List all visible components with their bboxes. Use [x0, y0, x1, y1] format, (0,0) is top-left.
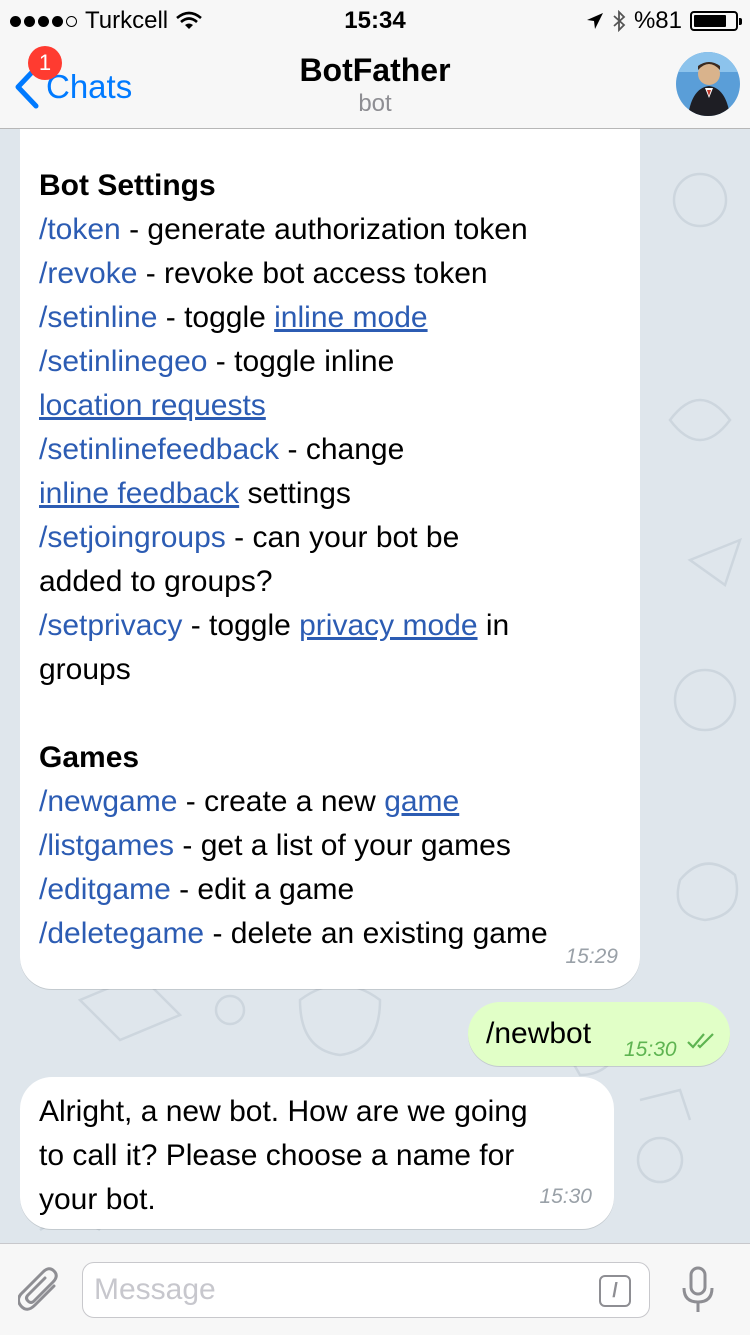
command-link[interactable]: /setinline: [39, 301, 157, 334]
outgoing-text: /newbot: [486, 1017, 592, 1050]
microphone-button[interactable]: [680, 1266, 716, 1321]
command-link[interactable]: /setjoingroups: [39, 521, 226, 554]
message-input[interactable]: Message /: [82, 1262, 650, 1318]
command-description: in: [477, 609, 510, 642]
command-link[interactable]: /token: [39, 213, 121, 246]
command-description: - generate authorization token: [120, 213, 528, 246]
status-right: %81: [586, 7, 742, 35]
message-time: 15:30: [539, 1185, 592, 1208]
command-description: - can your bot be: [225, 521, 460, 554]
microphone-icon: [682, 1266, 714, 1312]
command-description: - get a list of your games: [174, 829, 511, 862]
command-line: /setjoingroups - can your bot be: [39, 516, 640, 560]
command-line: /revoke - revoke bot access token: [39, 252, 640, 296]
message-bubble-reply: Alright, a new bot. How are we going to …: [20, 1077, 614, 1229]
command-line: location requests: [39, 384, 640, 428]
attach-button[interactable]: [16, 1266, 62, 1321]
command-description: groups: [39, 653, 131, 686]
command-description: - revoke bot access token: [137, 257, 488, 290]
chat-area: Bot Settings /token - generate authoriza…: [0, 129, 750, 1243]
paperclip-icon: [16, 1267, 58, 1311]
command-line: groups: [39, 648, 640, 692]
location-arrow-icon: [586, 13, 603, 29]
chat-title: BotFather: [299, 52, 451, 88]
command-link[interactable]: /setprivacy: [39, 609, 182, 642]
chat-subtitle: bot: [358, 90, 392, 117]
battery-percent: %81: [633, 7, 682, 34]
avatar-image: [676, 52, 740, 116]
battery-icon: [690, 11, 742, 31]
section-heading: Bot Settings: [39, 169, 216, 202]
nav-bar: Chats 1 BotFather bot: [0, 40, 750, 129]
doc-link[interactable]: location requests: [39, 389, 266, 422]
doc-link[interactable]: game: [384, 785, 459, 818]
status-bar: Turkcell 15:34 %81: [0, 0, 750, 40]
command-link[interactable]: /setinlinegeo: [39, 345, 207, 378]
message-input-bar: Message /: [0, 1243, 750, 1335]
command-line: /token - generate authorization token: [39, 208, 640, 252]
bluetooth-icon: [613, 10, 626, 32]
command-line: added to groups?: [39, 560, 640, 604]
avatar[interactable]: [676, 52, 740, 116]
command-description: - toggle: [182, 609, 300, 642]
command-description: settings: [239, 477, 351, 510]
doc-link[interactable]: inline feedback: [39, 477, 239, 510]
reply-line: Alright, a new bot. How are we going: [39, 1095, 528, 1128]
reply-line: to call it? Please choose a name for: [39, 1139, 515, 1172]
command-link[interactable]: /setinlinefeedback: [39, 433, 279, 466]
command-link[interactable]: /editgame: [39, 873, 171, 906]
doc-link[interactable]: privacy mode: [299, 609, 477, 642]
command-line: /listgames - get a list of your games: [39, 824, 640, 868]
doc-link[interactable]: inline mode: [274, 301, 427, 334]
command-line: /deletegame - delete an existing game: [39, 912, 640, 956]
message-placeholder: Message: [94, 1273, 216, 1306]
message-time: 15:30: [624, 1038, 677, 1061]
section-heading: Games: [39, 741, 140, 774]
command-line: inline feedback settings: [39, 472, 640, 516]
command-description: - edit a game: [170, 873, 355, 906]
command-link[interactable]: /newgame: [39, 785, 177, 818]
reply-line: your bot.: [39, 1183, 156, 1216]
battery-level: [694, 15, 727, 27]
command-link[interactable]: /deletegame: [39, 917, 204, 950]
double-check-icon: [687, 1033, 714, 1049]
command-link[interactable]: /listgames: [39, 829, 174, 862]
command-icon[interactable]: /: [599, 1275, 631, 1307]
command-line: /setinlinegeo - toggle inline: [39, 340, 640, 384]
command-line: /setprivacy - toggle privacy mode in: [39, 604, 640, 648]
command-description: - create a new: [177, 785, 385, 818]
command-description: - change: [279, 433, 405, 466]
command-description: - delete an existing game: [204, 917, 548, 950]
command-line: /setinline - toggle inline mode: [39, 296, 640, 340]
message-time: 15:29: [565, 945, 618, 968]
command-line: /newgame - create a new game: [39, 780, 640, 824]
command-description: added to groups?: [39, 565, 273, 598]
message-bubble-botfather-commands: Bot Settings /token - generate authoriza…: [20, 129, 640, 989]
command-link[interactable]: /revoke: [39, 257, 137, 290]
command-line: /setinlinefeedback - change: [39, 428, 640, 472]
command-description: - toggle inline: [207, 345, 395, 378]
command-description: - toggle: [157, 301, 275, 334]
command-line: /editgame - edit a game: [39, 868, 640, 912]
message-bubble-outgoing: /newbot 15:30: [468, 1002, 730, 1066]
